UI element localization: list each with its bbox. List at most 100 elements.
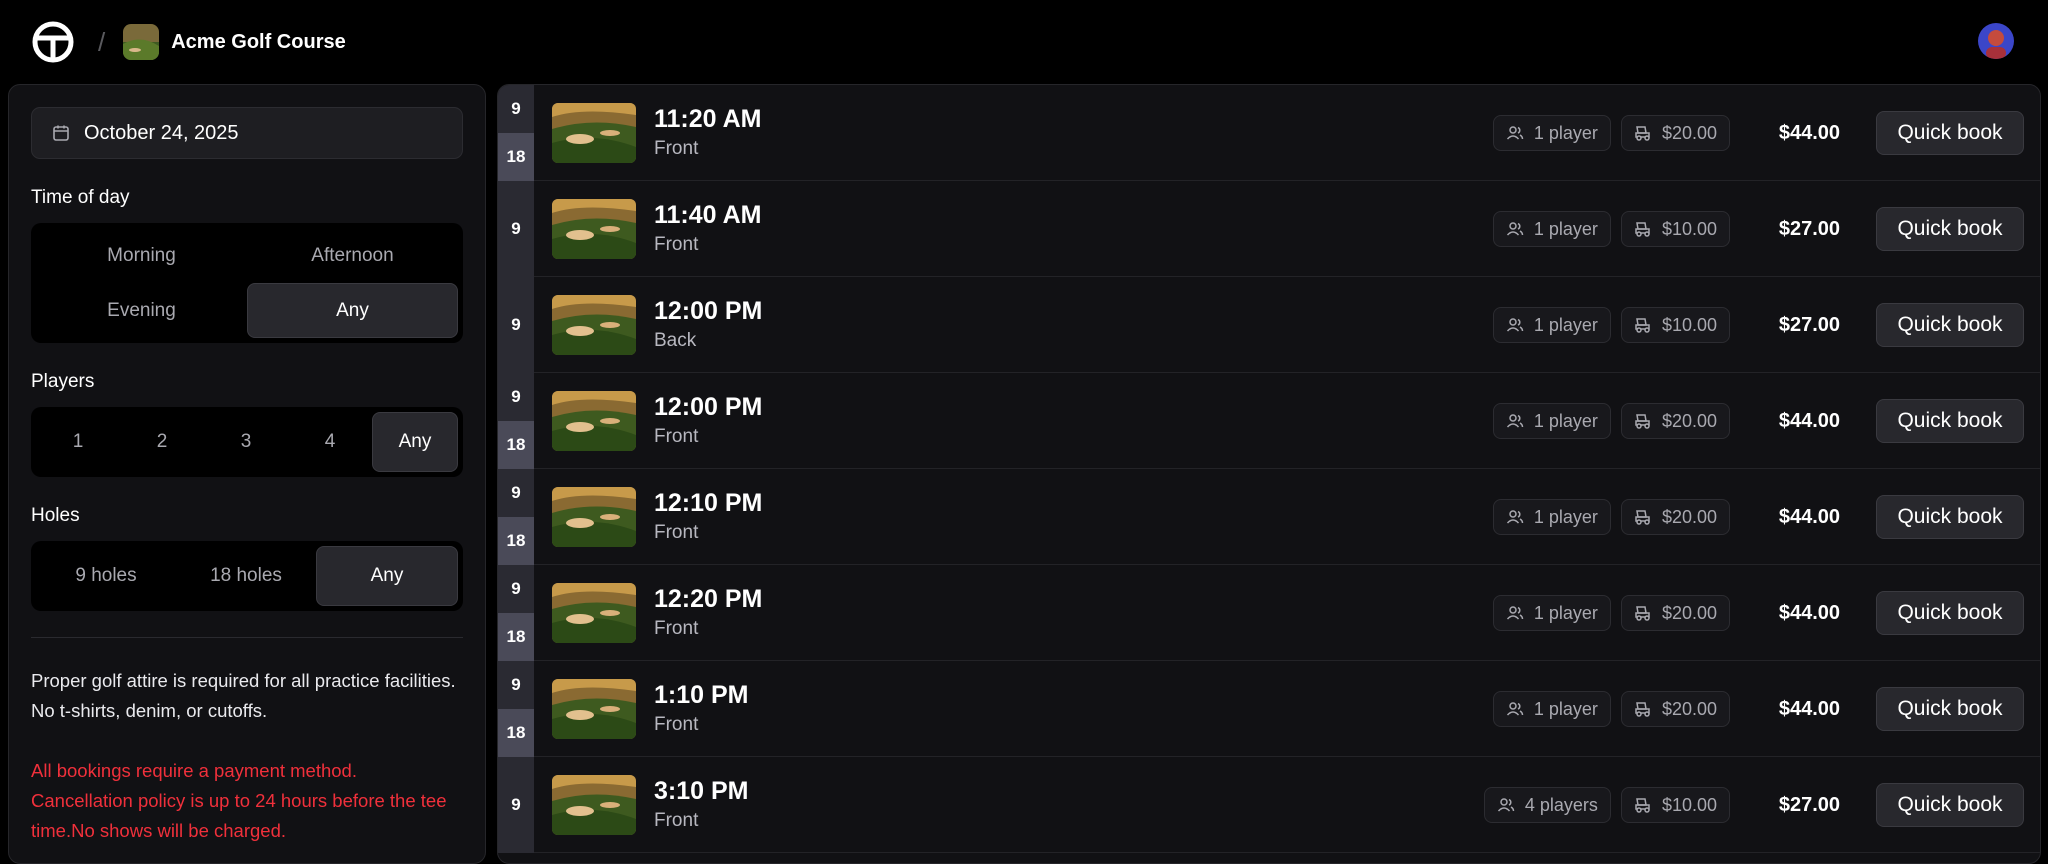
players-count: 1 player [1533,698,1598,719]
holes-18-badge: 18 [498,132,534,181]
players-count: 1 player [1533,218,1598,239]
players-selector: 1 2 3 4 Any [31,407,463,477]
tee-time-row[interactable]: 9 3:10 PM Front 4 players $10.00 $27.00 … [498,756,2040,853]
cart-fee-chip: $20.00 [1620,691,1730,727]
time-option-afternoon[interactable]: Afternoon [247,228,458,283]
users-icon [1506,222,1524,236]
course-thumbnail [552,582,636,643]
green-fee-price: $44.00 [1778,505,1840,528]
cart-fee-chip: $10.00 [1620,211,1730,247]
holes-indicator: 9 18 [498,564,534,661]
course-side: Front [654,714,699,735]
holes-18-badge: 18 [498,708,534,757]
quick-book-button[interactable]: Quick book [1876,207,2024,251]
players-count: 1 player [1533,602,1598,623]
golf-cart-icon [1635,510,1650,525]
time-option-evening[interactable]: Evening [36,283,247,338]
tee-time: 12:00 PM [654,393,763,421]
holes-9-badge: 9 [498,85,534,133]
course-side: Front [654,234,699,255]
green-fee-price: $27.00 [1778,217,1840,240]
tee-time-list: 9 18 11:20 AM Front 1 player $20.00 $44.… [497,84,2041,864]
time-option-any[interactable]: Any [247,283,458,338]
quick-book-button[interactable]: Quick book [1876,399,2024,443]
golf-cart-icon [1635,798,1650,813]
course-thumbnail [552,678,636,739]
course-thumbnail [552,198,636,259]
tee-time-row[interactable]: 9 18 12:00 PM Front 1 player $20.00 $44.… [498,372,2040,469]
players-chip: 1 player [1492,403,1611,439]
quick-book-button[interactable]: Quick book [1876,111,2024,155]
cart-fee-chip: $20.00 [1620,403,1730,439]
quick-book-button[interactable]: Quick book [1876,783,2024,827]
tee-time-row[interactable]: 9 12:00 PM Back 1 player $10.00 $27.00 Q… [498,276,2040,373]
course-thumbnail [552,486,636,547]
quick-book-button[interactable]: Quick book [1876,687,2024,731]
course-thumbnail [552,390,636,451]
holes-9-badge: 9 [498,756,534,853]
holes-indicator: 9 [498,756,534,853]
holes-18-badge: 18 [498,420,534,469]
cart-fee-chip: $20.00 [1620,115,1730,151]
players-count: 1 player [1533,122,1598,143]
quick-book-button[interactable]: Quick book [1876,303,2024,347]
tee-time: 12:00 PM [654,297,763,325]
cart-fee-chip: $20.00 [1620,499,1730,535]
holes-option-18[interactable]: 18 holes [176,546,316,606]
course-side: Back [654,330,697,351]
players-chip: 1 player [1492,499,1611,535]
holes-indicator: 9 [498,276,534,373]
tee-time-row[interactable]: 9 18 12:10 PM Front 1 player $20.00 $44.… [498,468,2040,565]
quick-book-button[interactable]: Quick book [1876,495,2024,539]
tee-time-row[interactable]: 9 18 1:10 PM Front 1 player $20.00 $44.0… [498,660,2040,757]
tee-time: 3:10 PM [654,777,749,805]
time-option-morning[interactable]: Morning [36,228,247,283]
holes-indicator: 9 18 [498,660,534,757]
breadcrumb-separator: / [98,26,106,57]
tee-time-row[interactable]: 9 18 11:20 AM Front 1 player $20.00 $44.… [498,85,2040,181]
players-option-2[interactable]: 2 [120,412,204,472]
players-option-any[interactable]: Any [372,412,458,472]
date-value: October 24, 2025 [84,121,239,144]
course-thumbnail [552,774,636,835]
cart-fee: $10.00 [1661,314,1717,335]
cart-fee-chip: $10.00 [1620,787,1730,823]
course-side: Front [654,522,699,543]
holes-18-badge: 18 [498,612,534,661]
cart-fee: $20.00 [1661,506,1717,527]
green-fee-price: $44.00 [1778,121,1840,144]
cart-fee: $20.00 [1661,698,1717,719]
players-chip: 1 player [1492,595,1611,631]
holes-18-badge: 18 [498,516,534,565]
app-logo-icon[interactable] [32,21,74,63]
calendar-icon [53,125,69,141]
course-side: Front [654,810,699,831]
tee-time-row[interactable]: 9 11:40 AM Front 1 player $10.00 $27.00 … [498,180,2040,277]
date-picker[interactable]: October 24, 2025 [31,107,463,159]
holes-option-any[interactable]: Any [316,546,458,606]
users-icon [1506,510,1524,524]
course-side: Front [654,426,699,447]
holes-9-badge: 9 [498,564,534,613]
players-option-3[interactable]: 3 [204,412,288,472]
golf-cart-icon [1635,606,1650,621]
holes-label: Holes [31,505,80,526]
holes-9-badge: 9 [498,276,534,373]
players-option-1[interactable]: 1 [36,412,120,472]
course-avatar[interactable] [123,24,160,60]
user-avatar[interactable] [1978,23,2014,59]
players-chip: 1 player [1492,115,1611,151]
tee-time: 12:10 PM [654,489,763,517]
time-of-day-selector: Morning Afternoon Evening Any [31,223,463,343]
golf-cart-icon [1635,222,1650,237]
tee-time-row[interactable]: 9 18 12:20 PM Front 1 player $20.00 $44.… [498,564,2040,661]
users-icon [1506,414,1524,428]
quick-book-button[interactable]: Quick book [1876,591,2024,635]
course-name[interactable]: Acme Golf Course [171,31,345,54]
holes-option-9[interactable]: 9 holes [36,546,176,606]
cart-fee: $20.00 [1661,602,1717,623]
golf-cart-icon [1635,318,1650,333]
holes-9-badge: 9 [498,372,534,421]
players-option-4[interactable]: 4 [288,412,372,472]
holes-indicator: 9 18 [498,468,534,565]
